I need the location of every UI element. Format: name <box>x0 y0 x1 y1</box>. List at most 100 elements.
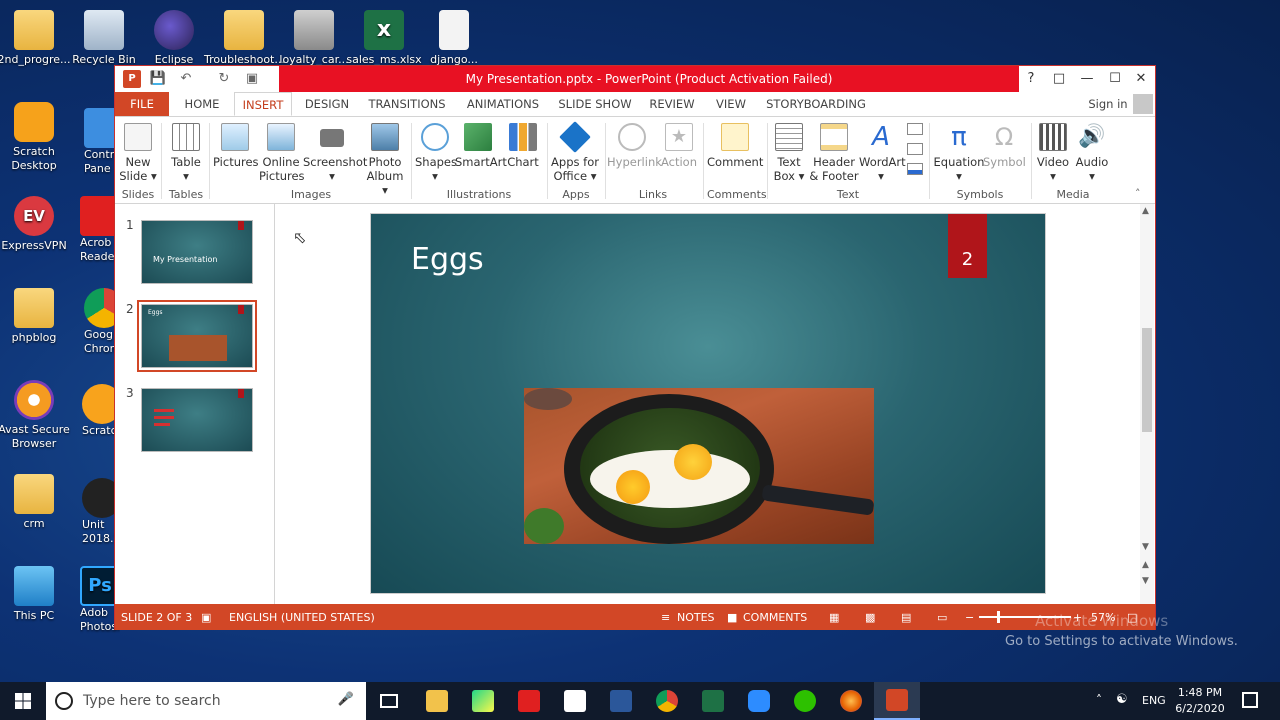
eggs-photo[interactable] <box>524 388 874 544</box>
desktop-icon-eclipse[interactable]: Eclipse <box>134 10 214 67</box>
tab-animations[interactable]: ANIMATIONS <box>461 92 545 116</box>
tab-storyboarding[interactable]: STORYBOARDING <box>763 92 869 116</box>
slide-canvas[interactable]: Eggs 2 <box>370 213 1046 594</box>
start-slideshow-icon[interactable]: ▣ <box>243 70 261 88</box>
object-icon[interactable] <box>907 163 923 175</box>
desktop-icon-phpblog[interactable]: phpblog <box>0 288 74 345</box>
hyperlink-button[interactable]: Hyperlink <box>607 121 662 185</box>
vertical-scrollbar[interactable]: ▲ ▼ ▲ ▼ <box>1140 204 1154 604</box>
taskbar-search-box[interactable]: Type here to search 🎤 <box>46 682 366 720</box>
comment-button[interactable]: Comment <box>707 121 763 185</box>
normal-view-icon[interactable]: ▦ <box>829 611 839 624</box>
help-button[interactable]: ? <box>1017 66 1045 92</box>
user-avatar-icon[interactable] <box>1133 94 1153 114</box>
tab-transitions[interactable]: TRANSITIONS <box>365 92 449 116</box>
taskbar-excel[interactable] <box>690 682 736 720</box>
taskbar-zoom[interactable] <box>736 682 782 720</box>
text-box-button[interactable]: Text Box ▾ <box>771 121 807 185</box>
reading-view-icon[interactable]: ▤ <box>901 611 911 624</box>
tab-view[interactable]: VIEW <box>709 92 753 116</box>
desktop-icon-crm[interactable]: crm <box>0 474 74 531</box>
equation-button[interactable]: π Equation ▾ <box>933 121 985 185</box>
close-button[interactable]: ✕ <box>1127 66 1155 92</box>
language-indicator[interactable]: ENGLISH (UNITED STATES) <box>229 611 375 624</box>
audio-button[interactable]: 🔊 Audio ▾ <box>1073 121 1111 185</box>
microphone-icon[interactable]: 🎤 <box>338 692 354 707</box>
tab-slide-show[interactable]: SLIDE SHOW <box>555 92 635 116</box>
desktop-icon-loyalty[interactable]: loyalty_car... <box>274 10 354 67</box>
new-slide-button[interactable]: New Slide ▾ <box>119 121 157 185</box>
table-button[interactable]: Table ▾ <box>167 121 205 185</box>
header-footer-button[interactable]: Header & Footer <box>809 121 859 185</box>
desktop-icon-this-pc[interactable]: This PC <box>0 566 74 623</box>
desktop-icon-scratch-desktop[interactable]: Scratch Desktop <box>0 102 74 173</box>
undo-icon[interactable]: ↶ <box>177 70 195 88</box>
taskbar-wechat[interactable] <box>782 682 828 720</box>
pictures-button[interactable]: Pictures <box>213 121 259 185</box>
desktop-icon-folder[interactable]: 2nd_progre... <box>0 10 74 67</box>
zoom-slider-handle[interactable] <box>997 611 1000 623</box>
ribbon-display-options-icon[interactable]: □ <box>1045 66 1073 92</box>
desktop-icon-recycle-bin[interactable]: Recycle Bin <box>64 10 144 67</box>
slide-thumbnail-1[interactable]: My Presentation <box>141 220 253 284</box>
scrollbar-thumb[interactable] <box>1142 328 1152 432</box>
collapse-ribbon-icon[interactable]: ˄ <box>1135 187 1141 200</box>
video-button[interactable]: Video ▾ <box>1035 121 1071 185</box>
screenshot-button[interactable]: Screenshot ▾ <box>303 121 367 185</box>
taskbar-chrome[interactable] <box>644 682 690 720</box>
slide-sorter-icon[interactable]: ▩ <box>865 611 875 624</box>
chart-button[interactable]: Chart <box>505 121 541 185</box>
apps-for-office-button[interactable]: Apps for Office ▾ <box>551 121 599 185</box>
zoom-out-icon[interactable]: − <box>965 611 974 624</box>
network-icon[interactable]: ☯ <box>1116 692 1128 707</box>
date-time-icon[interactable] <box>907 123 923 135</box>
taskbar-firefox[interactable] <box>828 682 874 720</box>
shapes-button[interactable]: Shapes ▾ <box>415 121 457 185</box>
desktop-icon-avast[interactable]: Avast Secure Browser <box>0 380 74 451</box>
taskbar-file-explorer[interactable] <box>414 682 460 720</box>
desktop-icon-expressvpn[interactable]: EV ExpressVPN <box>0 196 74 253</box>
clock[interactable]: 1:48 PM 6/2/2020 <box>1170 685 1230 717</box>
action-button[interactable]: ★ Action <box>659 121 699 185</box>
tab-insert[interactable]: INSERT <box>234 92 292 116</box>
next-slide-icon[interactable]: ▼ <box>1142 576 1149 586</box>
show-hidden-icons[interactable]: ˄ <box>1096 693 1102 707</box>
taskbar-powerpoint[interactable] <box>874 682 920 720</box>
slide-thumbnail-2[interactable]: Eggs <box>137 300 257 372</box>
desktop-icon-django[interactable]: django... <box>414 10 494 67</box>
taskbar-pycharm[interactable] <box>460 682 506 720</box>
smartart-button[interactable]: SmartArt <box>455 121 507 185</box>
comments-button[interactable]: COMMENTS <box>743 611 807 624</box>
slide-number-icon[interactable] <box>907 143 923 155</box>
start-button[interactable] <box>0 682 46 720</box>
notifications-icon[interactable] <box>1242 692 1258 708</box>
save-icon[interactable]: 💾 <box>149 70 167 88</box>
desktop-icon-troubleshoot[interactable]: Troubleshoot... <box>204 10 285 67</box>
taskbar-acrobat[interactable] <box>506 682 552 720</box>
tab-file[interactable]: FILE <box>115 92 169 116</box>
previous-slide-icon[interactable]: ▲ <box>1142 560 1149 570</box>
tab-design[interactable]: DESIGN <box>297 92 357 116</box>
desktop-icon-sales-xlsx[interactable]: x sales_ms.xlsx <box>344 10 424 67</box>
notes-button[interactable]: NOTES <box>677 611 715 624</box>
symbol-button[interactable]: Ω Symbol <box>983 121 1026 185</box>
taskbar-store[interactable] <box>552 682 598 720</box>
scroll-down-icon[interactable]: ▼ <box>1142 542 1149 552</box>
taskbar-word[interactable] <box>598 682 644 720</box>
slide-title[interactable]: Eggs <box>411 242 484 277</box>
task-view-button[interactable] <box>366 682 412 720</box>
minimize-button[interactable]: — <box>1073 66 1101 92</box>
wordart-button[interactable]: A WordArt ▾ <box>859 121 906 185</box>
input-language[interactable]: ENG <box>1142 694 1166 707</box>
tab-review[interactable]: REVIEW <box>645 92 699 116</box>
spell-check-icon[interactable]: ▣ <box>201 611 211 624</box>
redo-icon[interactable]: ↻ <box>215 70 233 88</box>
tab-home[interactable]: HOME <box>173 92 231 116</box>
sign-in-link[interactable]: Sign in <box>1085 92 1131 116</box>
scroll-up-icon[interactable]: ▲ <box>1142 206 1149 216</box>
photo-album-button[interactable]: Photo Album ▾ <box>363 121 407 197</box>
slideshow-view-icon[interactable]: ▭ <box>937 611 947 624</box>
slide-thumbnail-3[interactable] <box>141 388 253 452</box>
maximize-button[interactable]: ☐ <box>1101 66 1129 92</box>
online-pictures-button[interactable]: Online Pictures <box>259 121 305 185</box>
